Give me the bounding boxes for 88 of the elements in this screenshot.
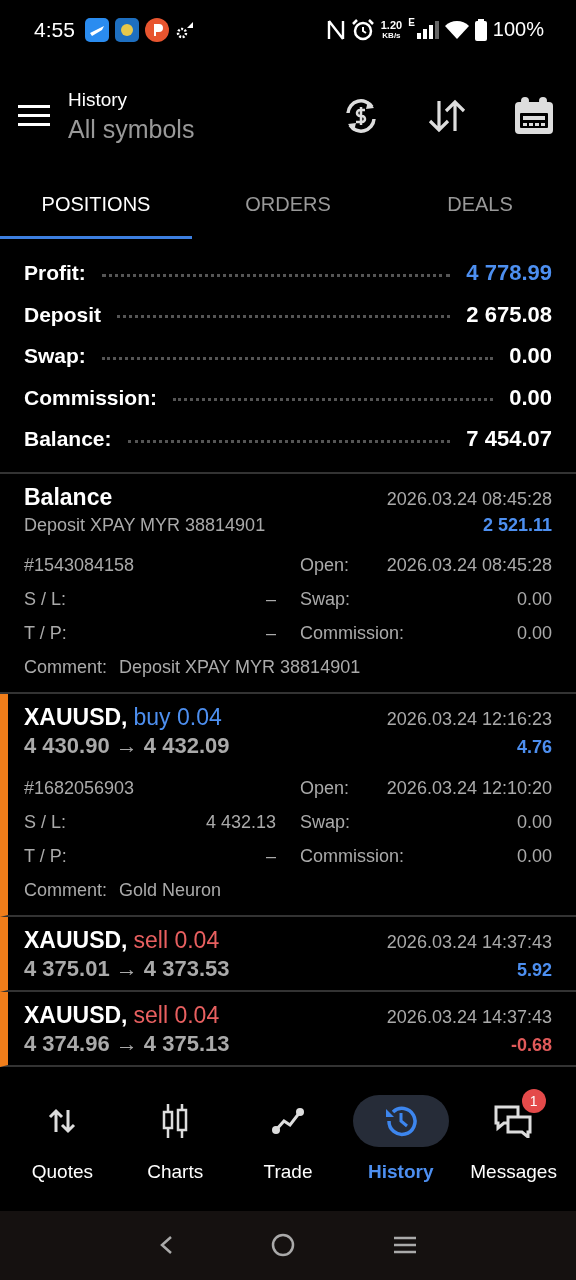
entry-title: XAUUSD, [24, 704, 128, 732]
app-icon [84, 17, 109, 42]
summary-value: 4 778.99 [466, 260, 552, 287]
detail-label: Open: [300, 777, 350, 799]
detail-value: 4 432.13 [205, 811, 276, 833]
entry-time: 2026.03.24 08:45:28 [386, 489, 552, 511]
detail-value: – [266, 845, 276, 867]
trade-side: sell 0.04 [133, 927, 220, 955]
detail-label: Open: [300, 554, 350, 576]
detail-label: Swap: [300, 588, 351, 610]
entry-description: 4 374.96 → 4 375.13 [24, 1031, 230, 1058]
entry-amount: 4.76 [516, 737, 552, 759]
detail-label: S / L: [24, 811, 67, 833]
back-icon[interactable] [159, 1235, 173, 1256]
detail-label: S / L: [24, 588, 67, 610]
detail-value: 2026.03.24 12:10:20 [386, 777, 552, 799]
entry-time: 2026.03.24 14:37:43 [386, 1007, 552, 1029]
entry-amount: 5.92 [516, 960, 552, 982]
calendar-icon[interactable] [514, 97, 554, 136]
clock-time: 4:55 [34, 17, 75, 42]
signal-icon [416, 20, 439, 39]
summary-label: Deposit [24, 302, 101, 327]
nfc-icon [326, 18, 345, 41]
entry-time: 2026.03.24 14:37:43 [386, 932, 552, 954]
entry-description: 4 375.01 → 4 373.53 [24, 956, 230, 983]
menu-icon[interactable] [18, 105, 50, 128]
detail-value: – [266, 622, 276, 644]
app-icon [144, 17, 169, 42]
entry-amount: -0.68 [510, 1035, 552, 1057]
detail-value: 0.00 [516, 622, 552, 644]
detail-label: T / P: [24, 845, 67, 867]
comment-label: Comment: [24, 879, 108, 901]
detail-label: Commission: [300, 845, 405, 867]
ticket-number: #1543084158 [24, 554, 135, 576]
nav-item[interactable]: Quotes [6, 1067, 119, 1211]
alarm-icon [350, 17, 375, 42]
summary-value: 2 675.08 [466, 301, 552, 328]
detail-value: 0.00 [516, 588, 552, 610]
summary-label: Swap: [24, 344, 86, 369]
comment-text: Deposit XPAY MYR 38814901 [119, 656, 361, 678]
home-icon[interactable] [271, 1233, 295, 1258]
detail-value: 0.00 [516, 811, 552, 833]
ticket-number: #1682056903 [24, 777, 135, 799]
trade-side: buy 0.04 [133, 704, 222, 732]
comment-text: Gold Neuron [119, 879, 222, 901]
sort-icon[interactable] [428, 99, 466, 134]
summary-value: 7 454.07 [466, 426, 552, 453]
entry-amount: 2 521.11 [482, 515, 552, 537]
nav-item[interactable]: History [344, 1067, 458, 1211]
speed-unit: KB/s [382, 30, 401, 40]
entry-title: XAUUSD, [24, 1002, 128, 1030]
summary-value: 0.00 [509, 384, 552, 411]
detail-value: 2026.03.24 08:45:28 [386, 554, 552, 576]
detail-label: T / P: [24, 622, 67, 644]
wifi-icon [444, 19, 469, 40]
nav-item[interactable]: Charts [118, 1067, 232, 1211]
candlestick-icon [161, 1103, 190, 1138]
network-type: E [408, 17, 415, 28]
speed-value: 1.20 [380, 19, 403, 31]
symbol-filter[interactable]: All symbols [68, 114, 294, 144]
unread-badge: 1 [521, 1088, 546, 1113]
summary-label: Commission: [24, 385, 157, 410]
entry-description: Deposit XPAY MYR 38814901 [24, 515, 266, 537]
recent-apps-icon[interactable] [393, 1236, 417, 1255]
nav-item[interactable]: Trade [231, 1067, 345, 1211]
battery-level: 100% [492, 18, 544, 42]
detail-value: – [266, 588, 276, 610]
detail-label: Commission: [300, 622, 405, 644]
trade-side: sell 0.04 [133, 1002, 220, 1030]
entry-title: Balance [24, 484, 113, 512]
nav-item[interactable]: 1 Messages [457, 1067, 570, 1211]
entry-title: XAUUSD, [24, 927, 128, 955]
tab[interactable]: POSITIONS [0, 173, 192, 239]
entry-time: 2026.03.24 12:16:23 [386, 709, 552, 731]
tab[interactable]: DEALS [384, 173, 576, 239]
app-icon [114, 17, 139, 42]
detail-value: 0.00 [516, 845, 552, 867]
line-chart-icon [271, 1106, 305, 1135]
comment-label: Comment: [24, 656, 108, 678]
arrows-up-down-icon [48, 1107, 77, 1134]
summary-value: 0.00 [509, 343, 552, 370]
detail-label: Swap: [300, 811, 351, 833]
screen-title: History [68, 88, 129, 111]
summary-label: Balance: [24, 427, 112, 452]
summary-label: Profit: [24, 261, 86, 286]
entry-description: 4 430.90 → 4 432.09 [24, 733, 230, 760]
tab[interactable]: ORDERS [192, 173, 384, 239]
battery-icon [474, 18, 487, 41]
